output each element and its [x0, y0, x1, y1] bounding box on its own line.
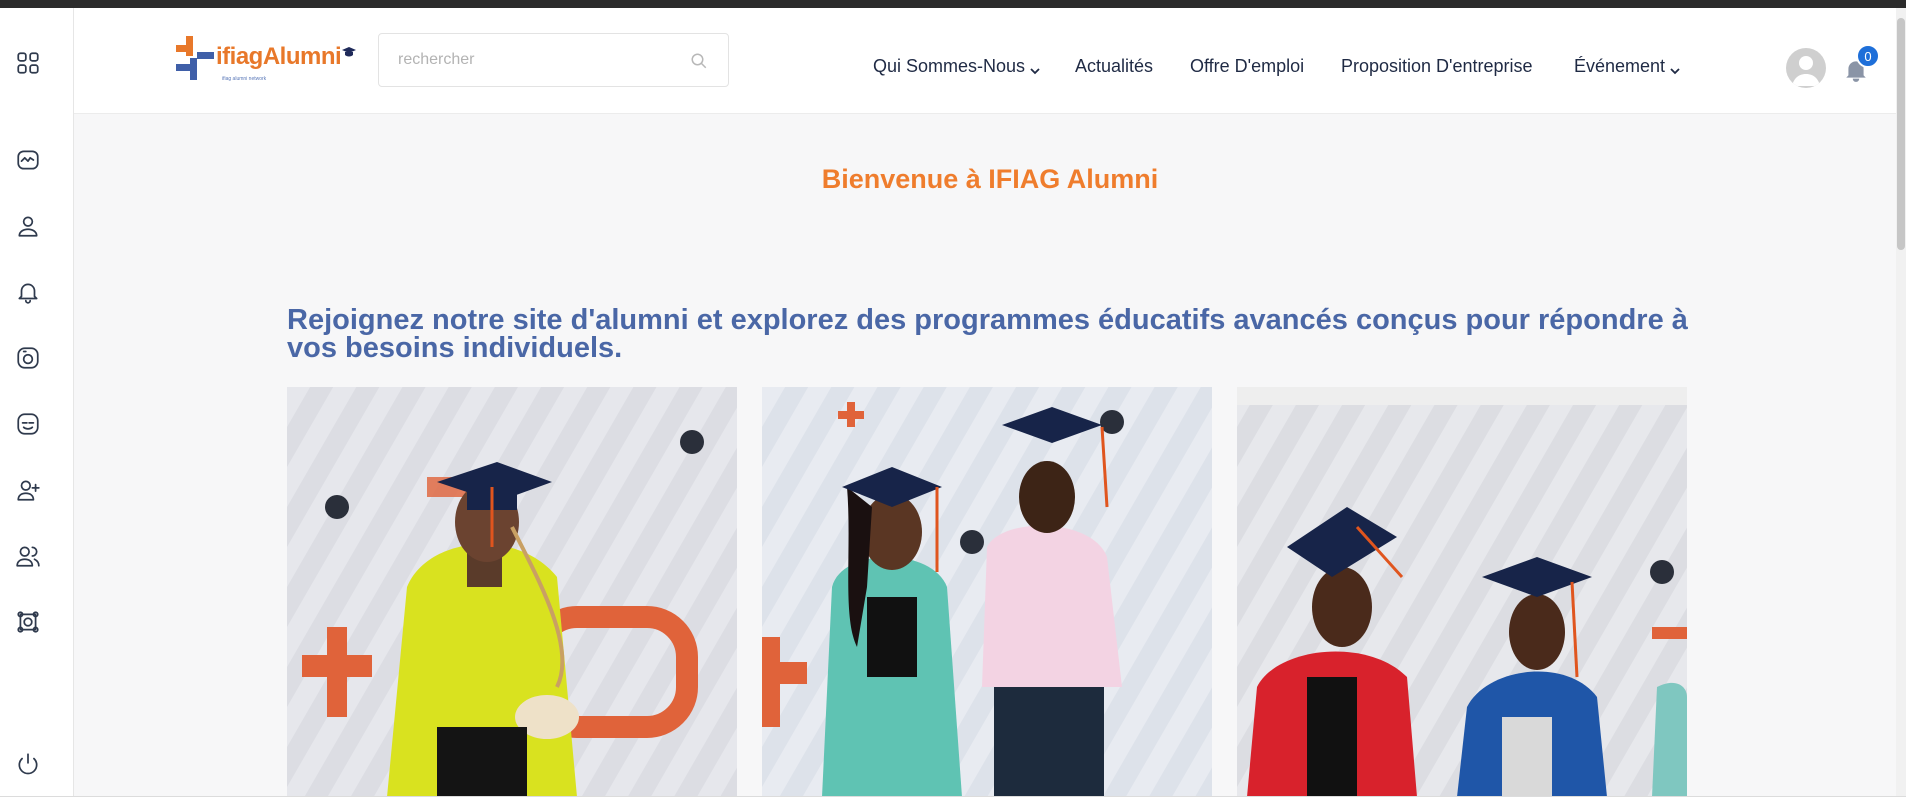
users-icon[interactable] — [13, 541, 43, 571]
notification-badge: 0 — [1856, 44, 1880, 68]
nav-qui-sommes-nous[interactable]: Qui Sommes-Nous — [873, 56, 1041, 77]
page-title: Bienvenue à IFIAG Alumni — [821, 164, 1159, 194]
sidebar — [0, 8, 74, 796]
inbox-icon[interactable] — [13, 409, 43, 439]
nav-actualites[interactable]: Actualités — [1075, 56, 1153, 77]
chevron-down-icon — [1669, 61, 1681, 74]
nav-label: Qui Sommes-Nous — [873, 56, 1026, 76]
scrollbar-thumb[interactable] — [1897, 18, 1905, 250]
graduate-photo-3 — [1237, 387, 1687, 797]
graduate-photo-1 — [287, 387, 737, 797]
nav-proposition-entreprise[interactable]: Proposition D'entreprise — [1341, 56, 1533, 77]
search-box[interactable] — [378, 33, 729, 87]
header: ifiagAlumni ifiag alumni network Qui Som… — [74, 8, 1906, 114]
search-input[interactable] — [398, 51, 678, 69]
graduate-photo-2 — [762, 387, 1212, 797]
nav-offre-emploi[interactable]: Offre D'emploi — [1190, 56, 1304, 77]
camera-icon[interactable] — [13, 343, 43, 373]
nav-label: Offre D'emploi — [1190, 56, 1305, 76]
avatar[interactable] — [1786, 48, 1826, 88]
user-icon[interactable] — [13, 211, 43, 241]
bottom-edge — [0, 796, 1906, 805]
activity-icon[interactable] — [13, 145, 43, 175]
bell-icon[interactable] — [13, 277, 43, 307]
logo-text: ifiagAlumni — [216, 43, 342, 71]
logo-prefix: ifiag — [216, 43, 263, 70]
chevron-down-icon — [1029, 61, 1041, 74]
top-bar — [0, 0, 1906, 8]
power-icon[interactable] — [13, 749, 43, 779]
settings-icon[interactable] — [13, 607, 43, 637]
search-icon[interactable] — [690, 52, 708, 70]
logo-tagline: ifiag alumni network — [222, 76, 267, 82]
add-user-icon[interactable] — [13, 475, 43, 505]
graduation-cap-icon — [342, 47, 356, 57]
intro-heading: Rejoignez notre site d'alumni et explore… — [287, 304, 1688, 364]
nav-evenement[interactable]: Événement — [1574, 56, 1681, 77]
nav-label: Proposition D'entreprise — [1341, 56, 1533, 76]
nav-label: Événement — [1574, 56, 1666, 76]
nav-label: Actualités — [1075, 56, 1154, 76]
apps-grid-icon[interactable] — [13, 48, 43, 78]
logo-suffix: Alumni — [262, 43, 342, 70]
scrollbar[interactable] — [1896, 8, 1906, 796]
ifiag-alumni-logo[interactable]: ifiagAlumni ifiag alumni network — [176, 32, 366, 92]
